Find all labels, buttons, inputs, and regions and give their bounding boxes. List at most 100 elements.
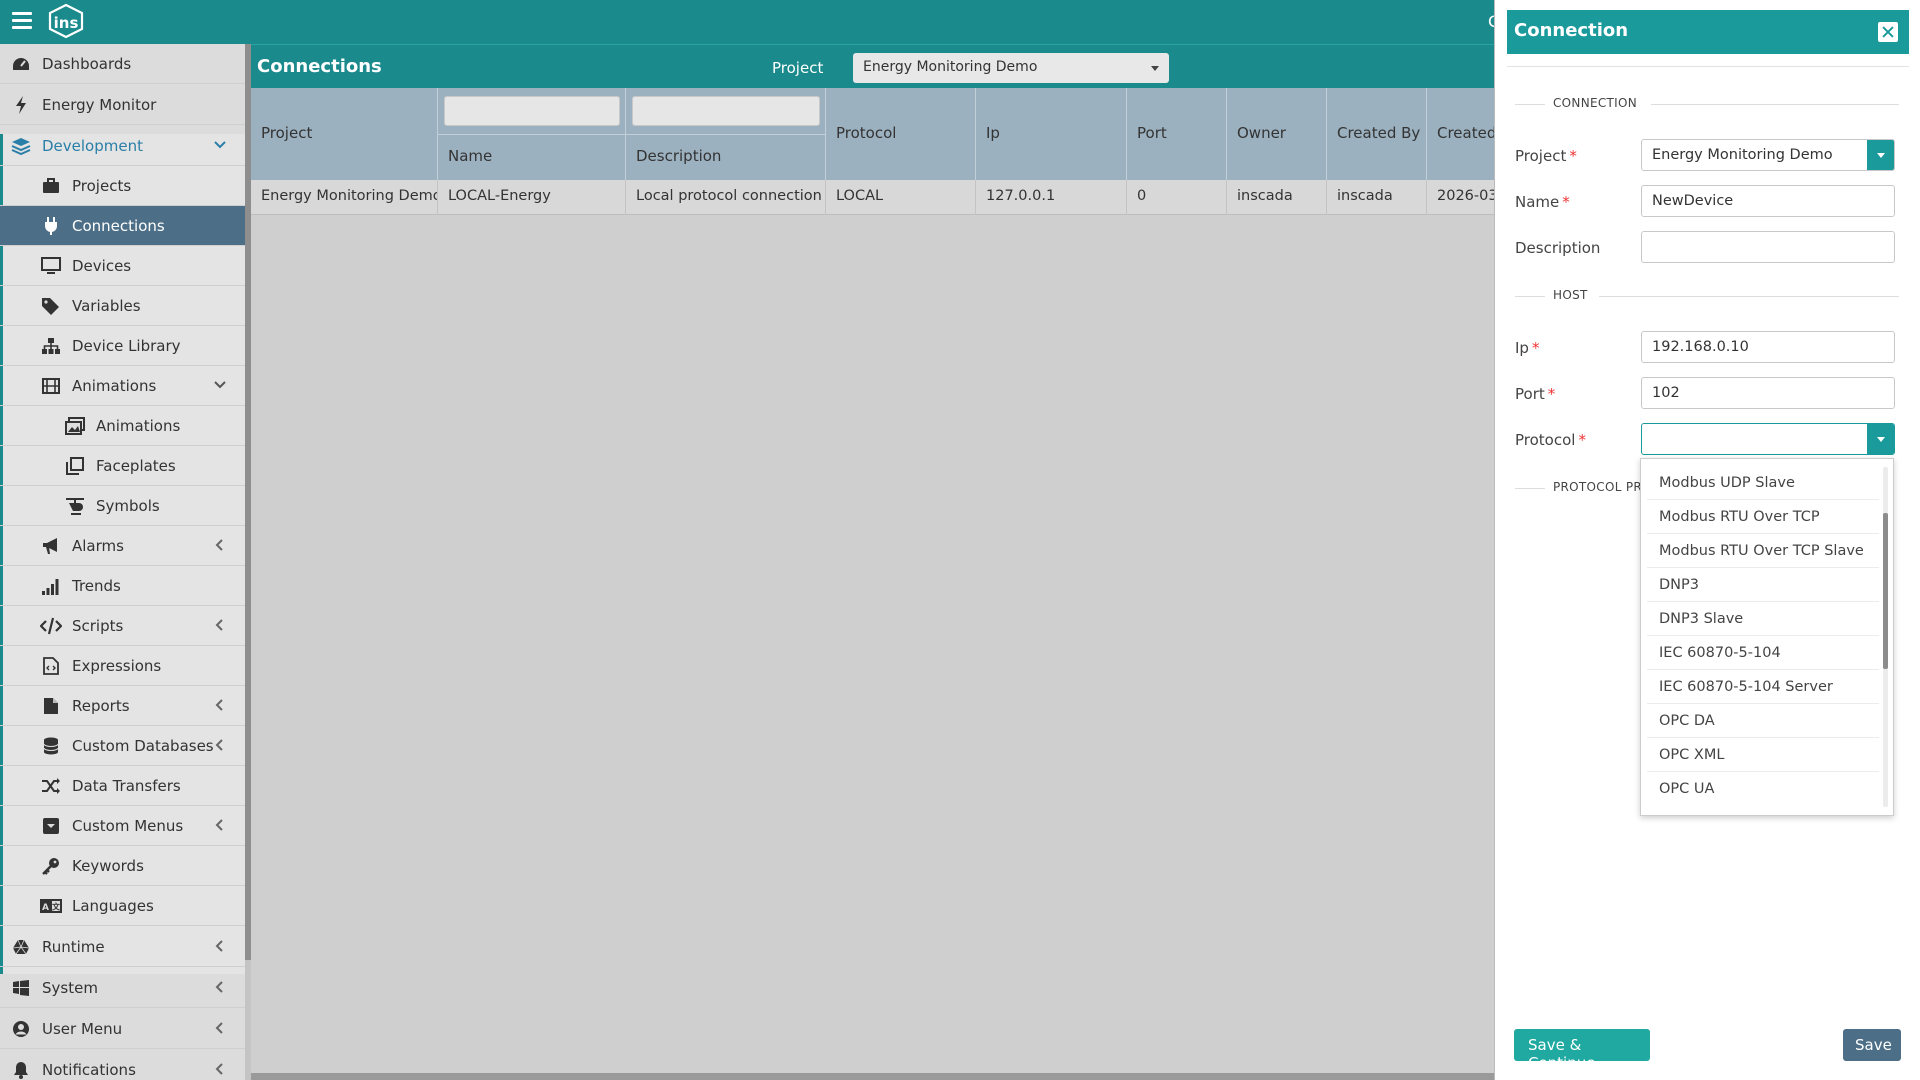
runtime-icon: [10, 936, 32, 958]
sidebar-item-label: User Menu: [42, 1019, 123, 1038]
column-header-protocol[interactable]: Protocol: [826, 88, 976, 180]
sidebar-item-user-menu[interactable]: User Menu: [0, 1009, 245, 1049]
sidebar-item-dashboards[interactable]: Dashboards: [0, 44, 245, 84]
column-header-name[interactable]: Name: [438, 88, 626, 180]
images-icon: [64, 415, 86, 437]
sidebar-item-scripts[interactable]: Scripts: [0, 606, 245, 646]
save-and-continue-button[interactable]: Save & Continue: [1514, 1029, 1650, 1072]
sidebar-item-runtime[interactable]: Runtime: [0, 927, 245, 967]
sidebar-item-label: Expressions: [72, 656, 162, 675]
sidebar-item-label: Runtime: [42, 937, 105, 956]
column-header-project[interactable]: Project: [251, 88, 438, 180]
dashboard-icon: [10, 53, 32, 75]
name-filter-input[interactable]: [444, 96, 620, 126]
column-header-created-by[interactable]: Created By: [1327, 88, 1427, 180]
protocol-select[interactable]: [1641, 423, 1895, 455]
name-input[interactable]: NewDevice: [1641, 185, 1895, 217]
protocol-option[interactable]: OPC UA: [1647, 772, 1879, 806]
sidebar-item-label: Animations: [96, 416, 181, 435]
windows-icon: [10, 977, 32, 999]
sidebar-item-label: Dashboards: [42, 54, 132, 73]
description-input[interactable]: [1641, 231, 1895, 263]
sidebar-item-energy-monitor[interactable]: Energy Monitor: [0, 85, 245, 125]
sidebar-item-animations-group[interactable]: Animations: [0, 366, 245, 406]
ip-input[interactable]: 192.168.0.10: [1641, 331, 1895, 363]
sidebar-item-label: Device Library: [72, 336, 181, 355]
host-section: HOST: [1515, 288, 1899, 304]
monitor-icon: [40, 255, 62, 277]
required-marker: *: [1547, 385, 1556, 403]
sidebar-item-label: Devices: [72, 256, 132, 275]
protocol-field-label: Protocol *: [1515, 431, 1586, 449]
table-row[interactable]: Energy Monitoring Demo LOCAL-Energy Loca…: [251, 180, 1494, 215]
protocol-option[interactable]: Modbus RTU Over TCP Slave: [1647, 534, 1879, 568]
main-content: Connections Project Energy Monitoring De…: [251, 44, 1494, 1080]
dropdown-toggle-icon[interactable]: [1867, 424, 1894, 454]
clone-icon: [64, 455, 86, 477]
sidebar-item-devices[interactable]: Devices: [0, 246, 245, 286]
column-header-owner[interactable]: Owner: [1227, 88, 1327, 180]
sitemap-icon: [40, 335, 62, 357]
sidebar-item-label: Variables: [72, 296, 141, 315]
protocol-option[interactable]: OPC XML: [1647, 738, 1879, 772]
column-header-ip[interactable]: Ip: [976, 88, 1127, 180]
protocol-option[interactable]: Modbus RTU Over TCP: [1647, 500, 1879, 534]
sidebar-item-label: Projects: [72, 176, 132, 195]
sidebar-item-system[interactable]: System: [0, 968, 245, 1008]
sidebar-item-notifications[interactable]: Notifications: [0, 1050, 245, 1080]
cell-project: Energy Monitoring Demo: [251, 180, 438, 215]
sidebar-item-variables[interactable]: Variables: [0, 286, 245, 326]
sidebar-item-trends[interactable]: Trends: [0, 566, 245, 606]
sidebar-item-symbols[interactable]: Symbols: [0, 486, 245, 526]
caret-square-icon: [40, 815, 62, 837]
sidebar-item-keywords[interactable]: Keywords: [0, 846, 245, 886]
chevron-left-icon: [215, 819, 223, 831]
hamburger-menu-icon[interactable]: [12, 12, 32, 30]
sidebar-item-data-transfers[interactable]: Data Transfers: [0, 766, 245, 806]
header-divider: [626, 134, 825, 135]
sidebar-item-animations[interactable]: Animations: [0, 406, 245, 446]
protocol-option[interactable]: DNP3: [1647, 568, 1879, 602]
cell-name: LOCAL-Energy: [438, 180, 626, 215]
sidebar-item-label: Scripts: [72, 616, 124, 635]
panel-title: Connection: [1514, 20, 1629, 41]
sidebar-item-custom-menus[interactable]: Custom Menus: [0, 806, 245, 846]
sidebar-item-device-library[interactable]: Device Library: [0, 326, 245, 366]
sidebar-item-label: Development: [42, 136, 143, 155]
sidebar-item-languages[interactable]: A文 Languages: [0, 886, 245, 926]
port-input[interactable]: 102: [1641, 377, 1895, 409]
dropdown-scrollbar[interactable]: [1883, 513, 1888, 669]
protocol-option[interactable]: IEC 60870-5-104: [1647, 636, 1879, 670]
protocol-dropdown-list[interactable]: Modbus UDP Slave Modbus RTU Over TCP Mod…: [1640, 458, 1894, 816]
project-select[interactable]: Energy Monitoring Demo: [1641, 139, 1895, 171]
sidebar-item-alarms[interactable]: Alarms: [0, 526, 245, 566]
column-header-port[interactable]: Port: [1127, 88, 1227, 180]
bell-icon: [10, 1059, 32, 1080]
protocol-option[interactable]: OPC DA: [1647, 704, 1879, 738]
sidebar-item-custom-databases[interactable]: Custom Databases: [0, 726, 245, 766]
protocol-option[interactable]: IEC 60870-5-104 Server: [1647, 670, 1879, 704]
horizontal-scrollbar[interactable]: [251, 1073, 1494, 1080]
close-icon[interactable]: [1878, 22, 1898, 42]
protocol-option[interactable]: Modbus UDP Slave: [1647, 466, 1879, 500]
column-header-description[interactable]: Description: [626, 88, 826, 180]
description-filter-input[interactable]: [632, 96, 820, 126]
sidebar-item-expressions[interactable]: Expressions: [0, 646, 245, 686]
app-logo[interactable]: ins: [44, 3, 88, 39]
save-button[interactable]: Save: [1843, 1029, 1901, 1061]
project-filter-label: Project: [772, 59, 824, 77]
sidebar-item-projects[interactable]: Projects: [0, 166, 245, 206]
sidebar-item-connections[interactable]: Connections: [0, 206, 245, 246]
column-header-created-at[interactable]: Created A: [1427, 88, 1494, 180]
sidebar-item-faceplates[interactable]: Faceplates: [0, 446, 245, 486]
sidebar-item-development[interactable]: Development: [0, 126, 245, 166]
sidebar-item-label: Connections: [72, 216, 165, 235]
sidebar-item-label: Alarms: [72, 536, 124, 555]
film-icon: [40, 375, 62, 397]
database-icon: [40, 735, 62, 757]
cell-ip: 127.0.0.1: [976, 180, 1127, 215]
sidebar-item-reports[interactable]: Reports: [0, 686, 245, 726]
project-filter-select[interactable]: Energy Monitoring Demo: [853, 53, 1169, 83]
protocol-option[interactable]: DNP3 Slave: [1647, 602, 1879, 636]
dropdown-toggle-icon[interactable]: [1867, 140, 1894, 170]
